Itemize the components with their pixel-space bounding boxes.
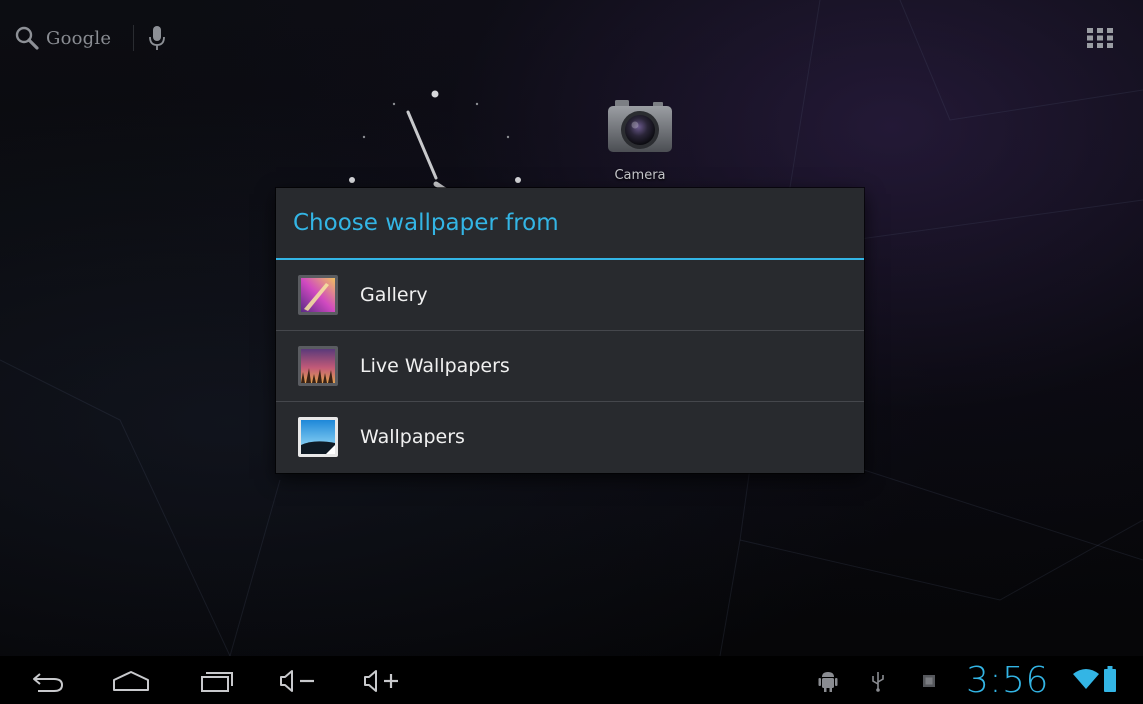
mic-icon[interactable] <box>148 24 166 52</box>
search-divider <box>133 25 135 51</box>
android-debug-icon[interactable] <box>818 670 838 692</box>
all-apps-icon[interactable] <box>1086 27 1114 49</box>
recent-apps-icon[interactable] <box>196 666 238 696</box>
volume-up-icon[interactable] <box>360 666 406 696</box>
list-item-live-wallpapers[interactable]: Live Wallpapers <box>276 330 864 401</box>
system-bar: 3:56 <box>0 656 1143 704</box>
list-item-label: Gallery <box>360 284 428 306</box>
search-icon <box>15 26 39 50</box>
google-search-bar[interactable]: Google <box>14 20 166 56</box>
analog-clock-widget[interactable] <box>338 80 538 200</box>
volume-down-icon[interactable] <box>276 666 322 696</box>
wallpapers-icon <box>298 417 338 457</box>
dialog-title: Choose wallpaper from <box>276 188 864 260</box>
home-icon[interactable] <box>108 666 154 696</box>
wallpaper-source-list: Gallery Live Wallpapers Wallpapers <box>276 260 864 472</box>
camera-app-shortcut[interactable]: Camera <box>596 94 684 188</box>
gallery-icon <box>298 275 338 315</box>
home-screen: Google Camera Choose wallpaper from Gall… <box>0 0 1143 704</box>
list-item-label: Wallpapers <box>360 426 465 448</box>
list-item-label: Live Wallpapers <box>360 355 510 377</box>
notification-icon[interactable] <box>922 674 936 688</box>
list-item-gallery[interactable]: Gallery <box>276 260 864 330</box>
wifi-icon[interactable] <box>1072 668 1100 690</box>
choose-wallpaper-dialog: Choose wallpaper from Gallery Live Wallp… <box>276 188 864 473</box>
status-clock[interactable]: 3:56 <box>966 660 1049 701</box>
back-icon[interactable] <box>28 666 68 696</box>
camera-icon <box>608 100 672 152</box>
live-wallpapers-icon <box>298 346 338 386</box>
usb-icon[interactable] <box>870 670 886 692</box>
camera-label: Camera <box>614 168 666 183</box>
battery-icon[interactable] <box>1104 666 1116 692</box>
list-item-wallpapers[interactable]: Wallpapers <box>276 401 864 472</box>
google-search-label: Google <box>46 27 112 49</box>
